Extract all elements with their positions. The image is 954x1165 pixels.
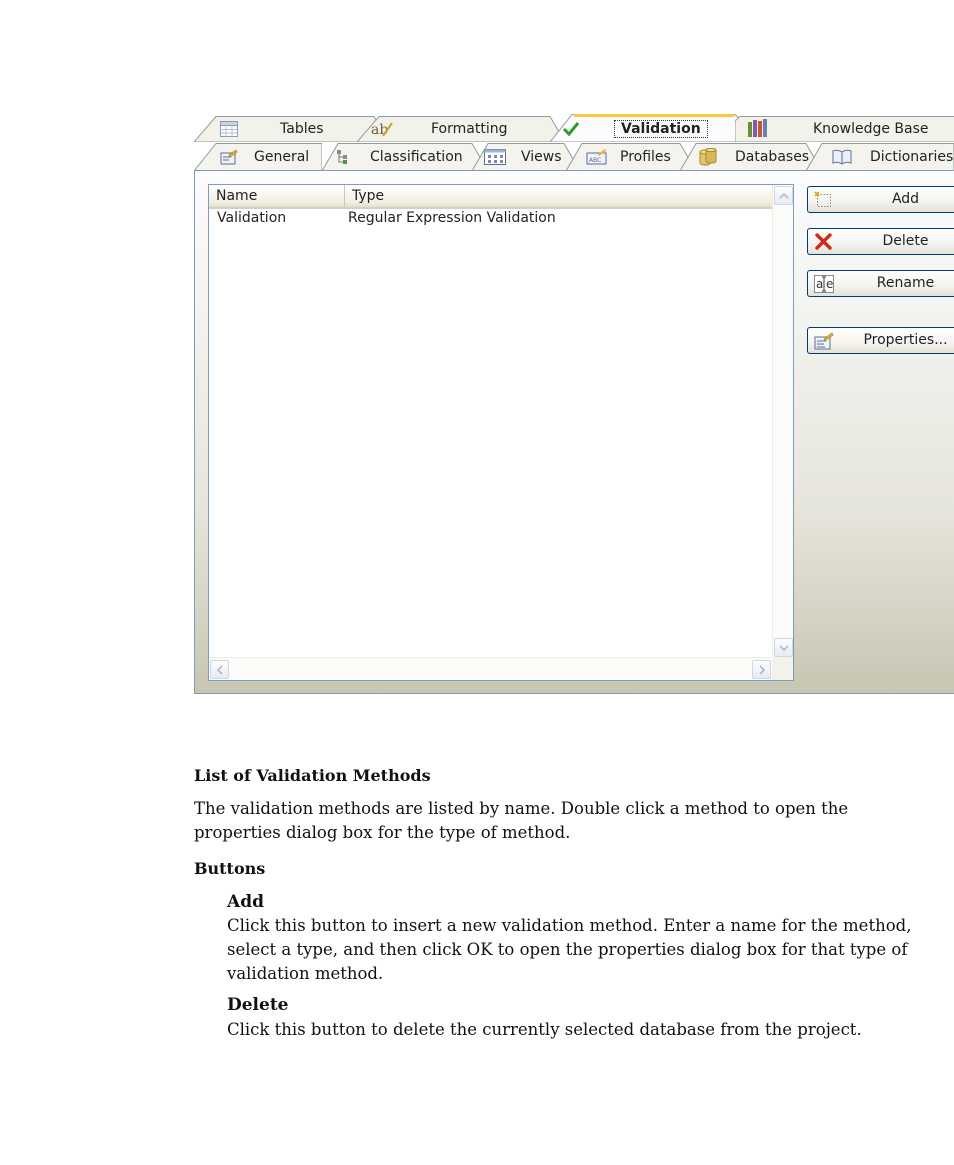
tree-icon xyxy=(337,150,347,164)
text-line: select a type, and then click OK to open… xyxy=(227,940,908,959)
list-item-name: Validation xyxy=(217,210,287,226)
svg-text:ABC: ABC xyxy=(589,157,601,164)
chevron-down-icon xyxy=(779,645,789,652)
grid-view-icon xyxy=(484,149,506,165)
books-icon xyxy=(748,119,767,137)
new-item-icon xyxy=(814,191,831,207)
rename-button-label: Rename xyxy=(876,275,935,291)
column-header-name[interactable]: Name xyxy=(209,185,345,207)
validation-tab-page: Name Type Validation Regular Expression … xyxy=(194,170,954,694)
heading-delete: Delete xyxy=(227,995,289,1015)
svg-text:a: a xyxy=(816,277,823,291)
properties-icon xyxy=(814,332,834,350)
svg-text:e: e xyxy=(826,277,833,291)
scroll-down-button[interactable] xyxy=(774,638,793,657)
tab-label: Knowledge Base xyxy=(813,121,929,137)
tab-profiles[interactable]: ABC Profiles xyxy=(566,143,696,171)
scrollbar-corner xyxy=(772,657,793,680)
list-header: Name Type xyxy=(209,185,772,209)
tab-label: Classification xyxy=(370,149,463,165)
tab-validation[interactable]: Validation xyxy=(550,114,740,142)
text-line: validation method. xyxy=(227,964,384,983)
tab-label: Validation xyxy=(614,120,708,138)
project-properties-dialog: Tables ab Formatting Validation Knowledg… xyxy=(194,114,954,694)
tab-databases[interactable]: Databases xyxy=(680,143,822,171)
add-button-label: Add xyxy=(891,191,920,207)
tab-label: General xyxy=(254,149,310,165)
delete-x-icon xyxy=(815,233,832,250)
rename-button[interactable]: ae Rename xyxy=(807,270,954,297)
delete-button-label: Delete xyxy=(882,233,929,249)
text-line: properties dialog box for the type of me… xyxy=(194,823,571,842)
validation-methods-list[interactable]: Name Type Validation Regular Expression … xyxy=(208,184,794,681)
heading-add: Add xyxy=(227,892,264,912)
list-item[interactable]: Validation Regular Expression Validation xyxy=(209,209,772,227)
scroll-up-button[interactable] xyxy=(774,186,793,205)
open-book-icon xyxy=(832,149,852,165)
abc-profile-icon: ABC xyxy=(586,149,607,165)
delete-button[interactable]: Delete xyxy=(807,228,954,255)
paragraph-delete-description: Click this button to delete the currentl… xyxy=(227,1020,862,1039)
properties-button-label: Properties... xyxy=(863,332,948,348)
tab-label: Views xyxy=(521,149,562,165)
add-button[interactable]: Add xyxy=(807,186,954,213)
text-line: The validation methods are listed by nam… xyxy=(194,799,849,818)
paragraph-list-description: The validation methods are listed by nam… xyxy=(194,797,848,845)
properties-icon xyxy=(220,149,238,165)
rename-text-cursor-icon: ae xyxy=(814,275,834,293)
chevron-right-icon xyxy=(759,665,766,675)
text-line: Click this button to insert a new valida… xyxy=(227,916,912,935)
tab-views[interactable]: Views xyxy=(472,143,580,171)
heading-list-of-validation-methods: List of Validation Methods xyxy=(194,766,431,785)
tab-classification[interactable]: Classification xyxy=(322,143,488,171)
checkmark-icon xyxy=(562,122,580,137)
tab-label: Databases xyxy=(735,149,810,165)
tab-formatting[interactable]: ab Formatting xyxy=(357,116,565,142)
scroll-left-button[interactable] xyxy=(210,660,229,679)
tab-label: Dictionaries xyxy=(870,149,954,165)
svg-text:ab: ab xyxy=(371,122,388,137)
list-item-type: Regular Expression Validation xyxy=(348,210,556,226)
horizontal-scrollbar[interactable] xyxy=(209,657,772,680)
tab-dictionaries[interactable]: Dictionaries xyxy=(806,143,954,171)
column-header-type[interactable]: Type xyxy=(345,185,772,207)
heading-buttons: Buttons xyxy=(194,859,266,878)
chevron-up-icon xyxy=(779,192,789,199)
tab-general[interactable]: General xyxy=(194,143,322,171)
properties-button[interactable]: Properties... xyxy=(807,327,954,354)
tab-label: Formatting xyxy=(431,121,508,137)
vertical-scrollbar[interactable] xyxy=(772,185,793,658)
table-icon xyxy=(220,121,238,137)
database-icon xyxy=(699,148,717,166)
ab-pen-icon: ab xyxy=(371,122,393,137)
chevron-left-icon xyxy=(216,665,223,675)
tab-label: Profiles xyxy=(620,149,671,165)
scroll-right-button[interactable] xyxy=(752,660,771,679)
paragraph-add-description: Click this button to insert a new valida… xyxy=(227,914,911,986)
tab-label: Tables xyxy=(280,121,324,137)
tab-knowledge-base[interactable]: Knowledge Base xyxy=(735,116,954,142)
